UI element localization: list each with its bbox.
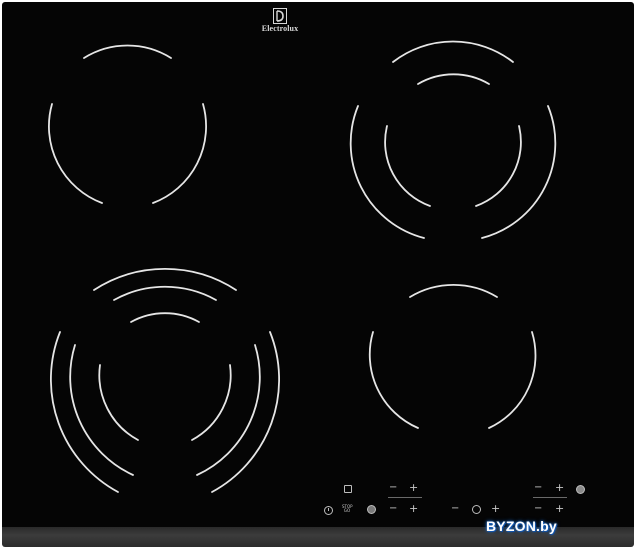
zone-front-left-plus-button[interactable]: + [409,503,418,514]
zone-rear-right-minus-button[interactable]: − [534,483,542,493]
control-divider [388,497,422,498]
zone-front-right [368,283,537,429]
zone-rear-right-outer-bottom [349,105,557,239]
zone-front-left-middle-top [113,285,217,301]
zone-rear-right-plus-button[interactable]: + [555,482,564,493]
timer-plus-button[interactable]: + [491,503,500,514]
bridge-icon[interactable] [367,505,376,514]
brand: Electrolux [258,8,302,33]
power-icon[interactable] [324,506,333,515]
electrolux-logo-icon [273,8,287,24]
zone-front-left-middle-left [69,344,134,476]
zone-front-left-inner-left [98,364,139,441]
brand-name: Electrolux [261,24,299,33]
zone-front-right-minus-button[interactable]: − [534,504,542,514]
zone-rear-left-plus-button[interactable]: + [409,482,418,493]
zone-rear-left-ring-bottom [48,103,207,204]
control-divider-right [533,497,567,498]
zone-front-right-ring-bottom [368,331,537,429]
cooking-zones [48,40,557,493]
lock-icon[interactable] [344,485,352,493]
stop-go-label[interactable]: STOP GO [342,505,353,513]
zone-rear-right-inner-bottom [384,125,522,207]
zone-rear-right-inner-top [417,73,490,85]
zone-front-left-minus-button[interactable]: − [389,504,397,514]
hob-to-hood-icon[interactable] [576,485,585,494]
zone-front-left-inner-right [191,364,232,441]
timer-minus-button[interactable]: − [451,504,459,514]
timer-icon[interactable] [472,505,481,514]
zone-front-left-inner-top [130,312,200,323]
zone-rear-right-outer-top [392,40,514,63]
zone-front-left [50,267,280,493]
zone-rear-left-ring-top [83,44,172,59]
zone-front-left-outer-right [211,331,280,493]
watermark: BYZON.by [486,518,557,534]
zone-front-right-plus-button[interactable]: + [555,503,564,514]
zone-rear-left [48,44,207,204]
zone-front-right-ring-top [409,283,498,298]
zone-rear-left-minus-button[interactable]: − [389,483,397,493]
zone-front-left-middle-right [196,344,261,476]
zone-rear-right [349,40,557,239]
zone-front-left-outer-left [50,331,119,493]
